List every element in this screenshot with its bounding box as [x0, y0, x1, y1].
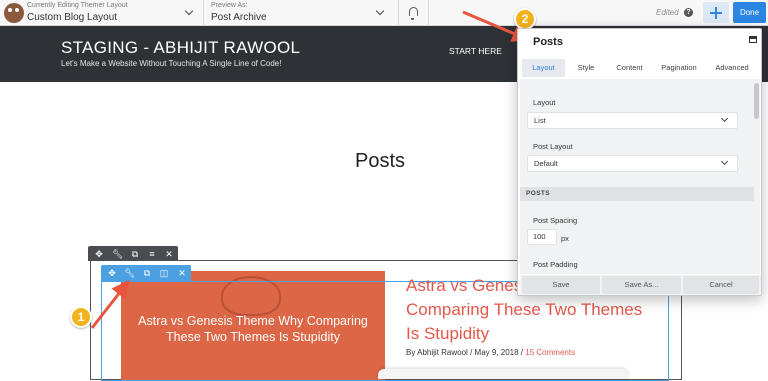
arrow-to-wrench [90, 279, 130, 329]
chevron-down-icon [720, 114, 729, 123]
maximize-icon[interactable] [749, 36, 757, 43]
post-spacing-label: Post Spacing [533, 216, 578, 225]
arrow-to-panel [462, 10, 531, 42]
posts-settings-panel: Posts Layout Style Content Pagination Ad… [517, 28, 762, 296]
post-spacing-input[interactable]: 100 [527, 229, 557, 245]
layout-label: Layout [533, 98, 556, 107]
post-spacing-unit: px [561, 234, 569, 243]
panel-tabs: Layout Style Content Pagination Advanced [520, 59, 761, 77]
scrollbar-thumb[interactable] [754, 83, 759, 119]
panel-body: Layout List Post Layout Default POSTS Po… [520, 79, 754, 274]
tab-pagination[interactable]: Pagination [654, 59, 704, 77]
layout-select-value: List [534, 116, 546, 125]
annotation-badge-1: 1 [70, 306, 92, 328]
cancel-button[interactable]: Cancel [683, 276, 759, 294]
post-layout-select[interactable]: Default [527, 155, 738, 172]
layout-select[interactable]: List [527, 112, 738, 129]
post-layout-label: Post Layout [533, 142, 573, 151]
section-title: POSTS [526, 190, 551, 197]
tab-advanced[interactable]: Advanced [706, 59, 758, 77]
save-button[interactable]: Save [522, 276, 600, 294]
section-header-posts[interactable]: POSTS [520, 187, 754, 201]
annotation-badge-2: 2 [514, 8, 536, 30]
tab-layout[interactable]: Layout [522, 59, 565, 77]
post-layout-select-value: Default [534, 159, 558, 168]
panel-footer: Save Save As... Cancel [520, 275, 761, 295]
post-padding-label: Post Padding [533, 260, 578, 269]
chevron-down-icon [720, 157, 729, 166]
tab-content[interactable]: Content [607, 59, 652, 77]
tab-style[interactable]: Style [567, 59, 605, 77]
panel-title: Posts [533, 36, 563, 48]
save-as-button[interactable]: Save As... [602, 276, 681, 294]
